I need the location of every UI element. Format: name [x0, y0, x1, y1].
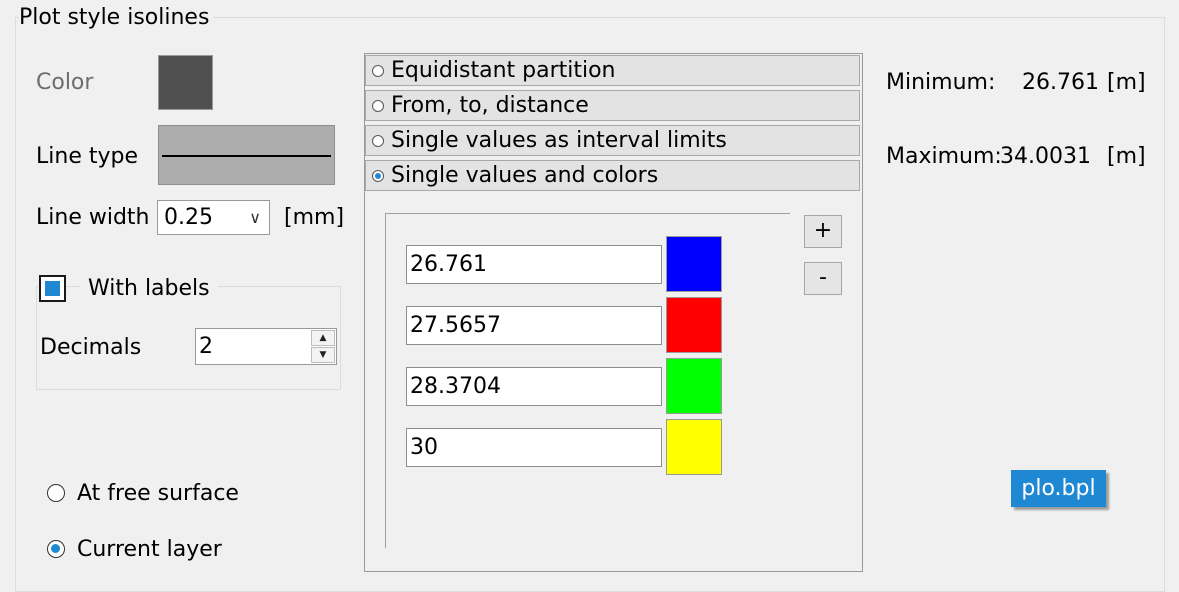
mode-equidistant-button[interactable]: Equidistant partition	[365, 55, 860, 86]
spin-up-button[interactable]: ▲	[311, 330, 335, 346]
value-color-swatch-2[interactable]	[666, 297, 722, 353]
minimum-value: 26.761	[1022, 70, 1099, 95]
remove-value-button[interactable]: -	[804, 262, 842, 295]
radio-selected-dot	[375, 173, 381, 179]
value-input-4[interactable]: 30	[406, 428, 662, 467]
value-input-1[interactable]: 26.761	[406, 245, 662, 284]
minimum-unit: [m]	[1107, 70, 1146, 95]
decimals-spinner[interactable]: 2 ▲ ▼	[195, 328, 337, 365]
values-frame-top	[385, 213, 790, 214]
radio-icon	[372, 100, 384, 112]
radio-icon	[372, 135, 384, 147]
mode-values-colors-button[interactable]: Single values and colors	[365, 160, 860, 191]
group-title: Plot style isolines	[19, 4, 214, 32]
maximum-unit: [m]	[1107, 144, 1146, 169]
minimum-label: Minimum:	[886, 70, 996, 95]
spin-down-button[interactable]: ▼	[311, 347, 335, 363]
maximum-label: Maximum:	[886, 144, 1002, 169]
value-color-swatch-1[interactable]	[666, 236, 722, 292]
value-input-2[interactable]: 27.5657	[406, 306, 662, 345]
line-width-select[interactable]: 0.25 ∨	[157, 200, 270, 235]
mode-from-to-button[interactable]: From, to, distance	[365, 90, 860, 121]
value-color-swatch-3[interactable]	[666, 358, 722, 414]
value-text: 28.3704	[410, 374, 501, 399]
line-width-label: Line width	[36, 205, 150, 230]
tooltip: plo.bpl	[1011, 470, 1106, 507]
mode-label: Single values as interval limits	[391, 128, 727, 153]
chevron-down-icon: ∨	[249, 208, 261, 227]
with-labels-label: With labels	[80, 274, 218, 304]
radio-selected-dot	[51, 544, 60, 553]
free-surface-radio[interactable]	[47, 484, 65, 502]
mode-interval-limits-button[interactable]: Single values as interval limits	[365, 125, 860, 156]
radio-icon	[372, 65, 384, 77]
current-layer-label: Current layer	[77, 537, 222, 562]
value-color-swatch-4[interactable]	[666, 419, 722, 475]
line-width-value: 0.25	[164, 205, 213, 230]
value-input-3[interactable]: 28.3704	[406, 367, 662, 406]
decimals-label: Decimals	[40, 335, 142, 360]
maximum-value: 34.0031	[1000, 144, 1091, 169]
line-type-button[interactable]	[158, 125, 335, 185]
value-text: 27.5657	[410, 313, 501, 338]
value-text: 26.761	[410, 252, 487, 277]
color-label: Color	[36, 70, 94, 95]
decimals-value: 2	[199, 334, 213, 359]
with-labels-checkbox[interactable]	[39, 275, 66, 302]
value-text: 30	[410, 435, 438, 460]
solid-line-sample	[162, 155, 331, 157]
line-width-unit: [mm]	[284, 205, 345, 230]
current-layer-radio[interactable]	[47, 540, 65, 558]
free-surface-label: At free surface	[77, 481, 239, 506]
mode-label: Single values and colors	[391, 163, 659, 188]
checkbox-checked-mark	[45, 281, 60, 296]
line-type-label: Line type	[36, 144, 138, 169]
mode-label: Equidistant partition	[391, 58, 616, 83]
values-frame-left	[385, 213, 386, 548]
radio-icon	[372, 170, 384, 182]
add-value-button[interactable]: +	[804, 215, 842, 248]
color-swatch-button[interactable]	[158, 55, 213, 110]
mode-label: From, to, distance	[391, 93, 589, 118]
